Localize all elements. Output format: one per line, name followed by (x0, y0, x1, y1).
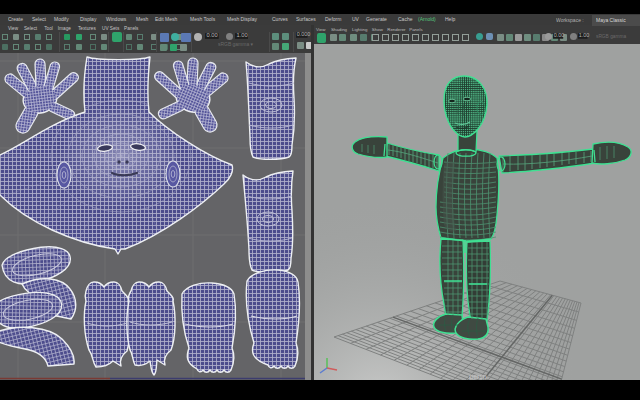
svg-text:persp: persp (469, 373, 487, 380)
